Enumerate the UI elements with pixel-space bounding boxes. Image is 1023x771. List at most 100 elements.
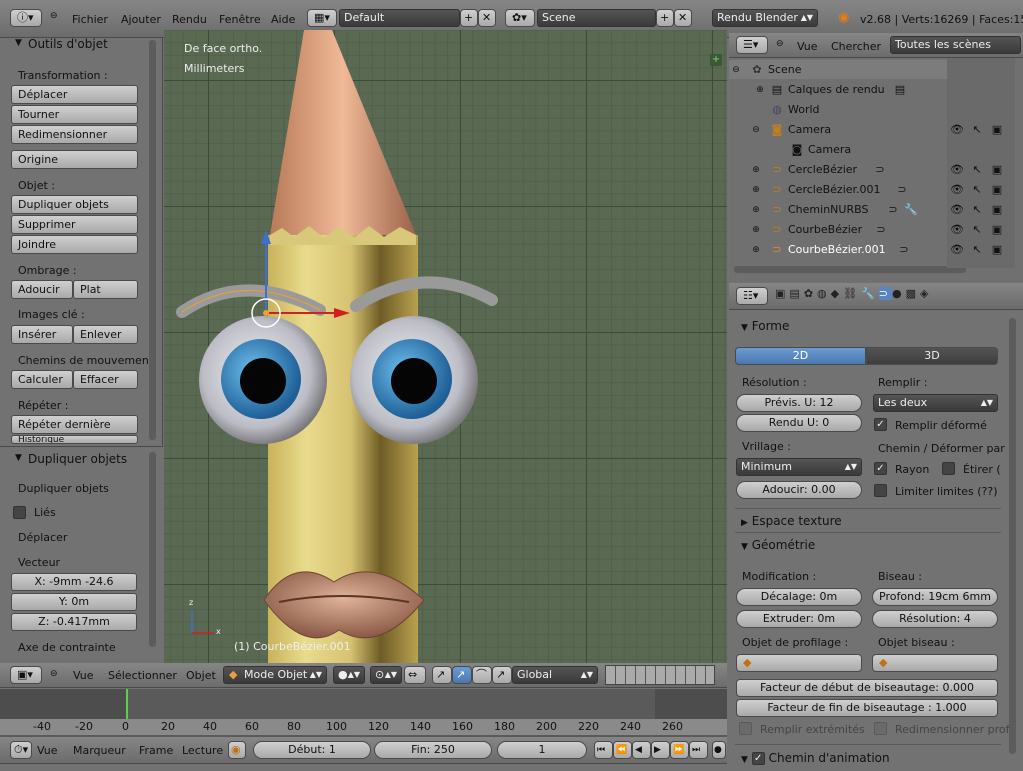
mode-select[interactable]: ◆ Mode Objet ▲▼	[223, 666, 327, 684]
eye-icon[interactable]: 👁	[950, 243, 964, 257]
bounds-clamp-checkbox[interactable]	[874, 484, 887, 497]
properties-editor-type-button[interactable]: ☷▾	[736, 287, 768, 305]
map-taper-checkbox[interactable]	[874, 722, 887, 735]
taper-object-field[interactable]: ◆	[736, 654, 862, 672]
eye-icon[interactable]: 👁	[950, 203, 964, 217]
pivot-select[interactable]: ⊙ ▲▼	[370, 666, 402, 684]
outliner-item-courbebezier[interactable]: CourbeBézier	[788, 223, 862, 236]
texture-space-panel-header[interactable]: ▶ Espace texture	[735, 510, 1001, 532]
outliner-item-camera[interactable]: Camera	[788, 123, 831, 136]
timeline-menu-playback[interactable]: Lecture	[182, 744, 223, 757]
current-frame-line[interactable]	[126, 689, 128, 719]
remove-layout-button[interactable]: ✕	[478, 9, 496, 27]
remove-scene-button[interactable]: ✕	[674, 9, 692, 27]
expand-toggle-icon[interactable]: ⊕	[751, 243, 761, 257]
orientation-select[interactable]: Global ▲▼	[512, 666, 598, 684]
outliner-item-scene[interactable]: Scene	[768, 63, 802, 76]
linked-checkbox[interactable]	[13, 506, 26, 519]
preview-range-icon[interactable]: ◉	[228, 741, 246, 759]
viewport-editor-type-button[interactable]: ▣▾	[10, 666, 42, 684]
camera-render-icon[interactable]: ▣	[990, 123, 1004, 137]
timeline-editor-type-button[interactable]: ⏱▾	[10, 741, 32, 759]
modifiers-tab-icon[interactable]: 🔧	[861, 287, 879, 300]
current-frame-field[interactable]: 1	[497, 741, 587, 759]
camera-render-icon[interactable]: ▣	[990, 203, 1004, 217]
jump-start-icon[interactable]: ⏮	[594, 741, 613, 759]
outliner-editor-type-button[interactable]: ☰▾	[736, 36, 768, 54]
geometry-panel-header[interactable]: ▼ Géométrie	[735, 534, 1001, 556]
preview-u-field[interactable]: Prévis. U: 12	[736, 394, 862, 412]
expand-toggle-icon[interactable]: ⊕	[751, 183, 761, 197]
radius-checkbox[interactable]: ✓	[874, 462, 887, 475]
outliner-filter-select[interactable]: Toutes les scènes	[890, 36, 1021, 54]
stretch-checkbox[interactable]	[942, 462, 955, 475]
viewport-menu-object[interactable]: Objet	[186, 669, 216, 682]
operator-title[interactable]: Dupliquer objets	[28, 452, 127, 466]
texture-tab-icon[interactable]: ▩	[906, 287, 920, 300]
menu-fenetre[interactable]: Fenêtre	[219, 13, 261, 26]
tool-shelf-title[interactable]: Outils d'objet	[28, 37, 108, 51]
expand-toggle-icon[interactable]: ⊕	[755, 83, 765, 97]
next-keyframe-icon[interactable]: ⏩	[670, 741, 689, 759]
layers-tab-icon[interactable]: ▤	[789, 287, 803, 300]
render-engine-select[interactable]: Rendu Blender ▲▼	[712, 9, 818, 27]
extrude-field[interactable]: Extruder: 0m	[736, 610, 862, 628]
history-button[interactable]: Historique	[11, 435, 138, 444]
vector-x-field[interactable]: X: -9mm -24.6	[11, 573, 137, 591]
outliner-menu-search[interactable]: Chercher	[831, 40, 881, 53]
jump-end-icon[interactable]: ⏭	[689, 741, 708, 759]
timeline-menu-view[interactable]: Vue	[37, 744, 58, 757]
outliner-item-cerclebezier-001[interactable]: CercleBézier.001	[788, 183, 881, 196]
calculate-button[interactable]: Calculer	[11, 370, 73, 389]
operator-scrollbar[interactable]	[149, 452, 156, 647]
rotate-button[interactable]: Tourner	[11, 105, 138, 124]
cursor-icon[interactable]: ↖	[970, 203, 984, 217]
manipulator-scale-icon[interactable]: ⌒	[472, 666, 492, 684]
prev-keyframe-icon[interactable]: ⏪	[613, 741, 632, 759]
move-button[interactable]: Déplacer	[11, 85, 138, 104]
operator-toggle-icon[interactable]: ▼	[15, 453, 22, 463]
eye-icon[interactable]: 👁	[950, 123, 964, 137]
expand-toggle-icon[interactable]: ⊕	[751, 163, 761, 177]
expand-toggle-icon[interactable]: ⊕	[751, 203, 761, 217]
offset-field[interactable]: Décalage: 0m	[736, 588, 862, 606]
path-animation-checkbox[interactable]: ✓	[751, 752, 765, 765]
menu-ajouter[interactable]: Ajouter	[121, 13, 161, 26]
remove-keyframe-button[interactable]: Enlever	[73, 325, 138, 344]
object-tab-icon[interactable]: ◆	[831, 287, 843, 300]
world-tab-icon[interactable]: ◍	[817, 287, 831, 300]
duplicate-button[interactable]: Dupliquer objets	[11, 195, 138, 214]
shape-panel-header[interactable]: ▼ Forme	[735, 315, 1001, 337]
fill-deformed-checkbox[interactable]: ✓	[874, 418, 887, 431]
shading-select[interactable]: ● ▲▼	[333, 666, 365, 684]
bevel-end-factor-slider[interactable]: Facteur de fin de biseautage : 1.000	[736, 699, 998, 717]
viewport-collapse-icon[interactable]: ⊖	[50, 669, 58, 679]
join-button[interactable]: Joindre	[11, 235, 138, 254]
twist-method-select[interactable]: Minimum ▲▼	[736, 458, 862, 476]
clear-paths-button[interactable]: Effacer	[73, 370, 138, 389]
cursor-icon[interactable]: ↖	[970, 163, 984, 177]
twist-smooth-field[interactable]: Adoucir: 0.00	[736, 481, 862, 499]
collapse-toggle-icon[interactable]: ⊖	[751, 123, 761, 137]
tool-shelf-scrollbar[interactable]	[149, 40, 156, 440]
timeline-menu-frame[interactable]: Frame	[139, 744, 173, 757]
outliner-menu-view[interactable]: Vue	[797, 40, 818, 53]
outliner-collapse-icon[interactable]: ⊖	[776, 39, 784, 49]
camera-render-icon[interactable]: ▣	[990, 243, 1004, 257]
cursor-icon[interactable]: ↖	[970, 223, 984, 237]
cursor-icon[interactable]: ↖	[970, 183, 984, 197]
path-animation-panel-header[interactable]: ▼ ✓ Chemin d'animation	[735, 747, 1001, 769]
add-scene-button[interactable]: +	[656, 9, 674, 27]
record-icon[interactable]: ●	[712, 741, 726, 759]
camera-render-icon[interactable]: ▣	[990, 183, 1004, 197]
play-icon[interactable]: ▶	[651, 741, 670, 759]
bevel-resolution-field[interactable]: Résolution: 4	[872, 610, 998, 628]
outliner-item-cerclebezier[interactable]: CercleBézier	[788, 163, 857, 176]
menu-fichier[interactable]: Fichier	[72, 13, 108, 26]
scene-icon[interactable]: ✿▾	[505, 9, 535, 27]
outliner-item-cheminnurbs[interactable]: CheminNURBS	[788, 203, 868, 216]
fill-caps-checkbox[interactable]	[739, 722, 752, 735]
viewport-3d[interactable]: De face ortho. Millimeters (1) CourbeBéz…	[164, 30, 727, 663]
add-layout-button[interactable]: +	[460, 9, 478, 27]
tab-2d[interactable]: 2D	[735, 347, 866, 365]
